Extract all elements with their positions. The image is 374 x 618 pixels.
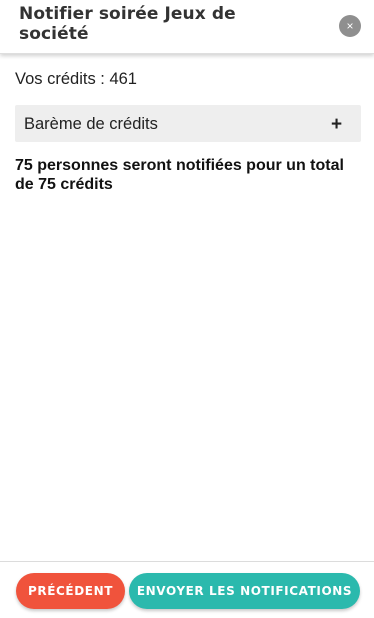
modal-header: Notifier soirée Jeux de société ×: [0, 0, 374, 54]
send-notifications-button[interactable]: ENVOYER LES NOTIFICATIONS: [129, 573, 360, 609]
previous-button[interactable]: PRÉCÉDENT: [16, 573, 125, 609]
credit-scale-accordion[interactable]: Barème de crédits +: [15, 105, 361, 142]
plus-icon[interactable]: +: [331, 115, 342, 135]
close-button[interactable]: ×: [339, 15, 361, 37]
credits-balance: Vos crédits : 461: [15, 70, 137, 88]
modal-title: Notifier soirée Jeux de société: [19, 4, 236, 44]
accordion-label: Barème de crédits: [24, 115, 158, 133]
modal-footer: PRÉCÉDENT ENVOYER LES NOTIFICATIONS: [0, 561, 374, 618]
close-icon: ×: [346, 19, 354, 33]
notification-summary: 75 personnes seront notifiées pour un to…: [15, 157, 344, 193]
